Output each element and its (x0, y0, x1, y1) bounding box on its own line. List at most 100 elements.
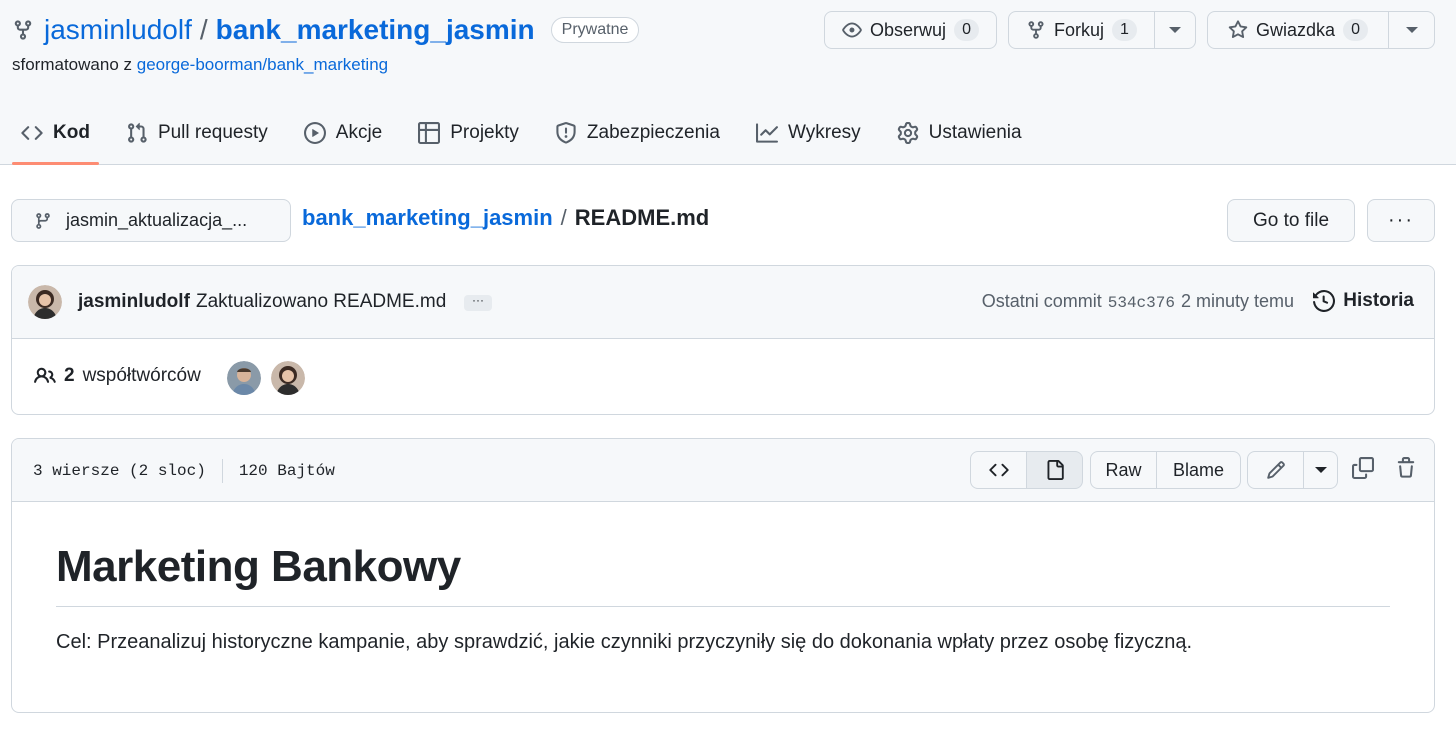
tab-label: Zabezpieczenia (586, 122, 720, 143)
fork-group: Forkuj 1 (1008, 11, 1196, 49)
code-view-button[interactable] (970, 451, 1027, 489)
commit-box: jasminludolf Zaktualizowano README.md ··… (11, 265, 1435, 415)
tab-security[interactable]: Zabezpieczenia (546, 104, 729, 162)
star-count: 0 (1343, 19, 1368, 41)
file-lines: 3 wiersze (2 sloc) (33, 462, 206, 480)
preview-view-button[interactable] (1027, 451, 1083, 489)
fork-dropdown-button[interactable] (1155, 11, 1196, 49)
star-dropdown-button[interactable] (1389, 11, 1435, 49)
code-icon (988, 463, 1009, 477)
eye-icon (842, 22, 862, 38)
raw-blame-group: Raw Blame (1090, 451, 1241, 489)
tab-projects[interactable]: Projekty (409, 104, 528, 162)
readme-content: Marketing Bankowy Cel: Przeanalizuj hist… (12, 502, 1434, 654)
history-label: Historia (1343, 290, 1414, 311)
pencil-icon (1266, 461, 1285, 479)
commit-expand-button[interactable]: ··· (464, 294, 492, 311)
chevron-down-icon (1405, 27, 1418, 33)
forked-from: sformatowano z george-boorman/bank_marke… (12, 55, 388, 75)
branch-name: jasmin_aktualizacja_... (66, 210, 248, 230)
more-options-button[interactable]: ··· (1367, 199, 1435, 242)
chevron-down-icon (1314, 467, 1327, 473)
shield-icon (556, 122, 576, 144)
commit-author-link[interactable]: jasminludolf (78, 291, 190, 313)
tab-label: Pull requesty (157, 122, 268, 143)
tab-settings[interactable]: Ustawienia (888, 104, 1031, 162)
blame-button[interactable]: Blame (1157, 451, 1241, 489)
tab-label: Akcje (335, 122, 383, 143)
raw-button[interactable]: Raw (1090, 451, 1157, 489)
repo-name-link[interactable]: bank_marketing_jasmin (216, 14, 535, 46)
watch-group: Obserwuj 0 (824, 11, 997, 49)
watch-count: 0 (954, 19, 979, 41)
fork-count: 1 (1112, 19, 1137, 41)
contributors-row: 2 współtwórców (12, 339, 1434, 414)
table-icon (418, 122, 441, 144)
readme-heading: Marketing Bankowy (56, 542, 1390, 607)
tab-insights[interactable]: Wykresy (747, 104, 870, 162)
pull-request-icon (127, 122, 147, 143)
watch-label: Obserwuj (870, 19, 947, 40)
tab-label: Ustawienia (928, 122, 1022, 143)
fork-label: Forkuj (1054, 19, 1105, 40)
branch-icon (36, 212, 50, 229)
branch-selector[interactable]: jasmin_aktualizacja_... (11, 199, 291, 242)
contributors-link[interactable]: 2 współtwórców (34, 365, 201, 387)
star-button[interactable]: Gwiazdka 0 (1207, 11, 1389, 49)
commit-message-link[interactable]: Zaktualizowano README.md (196, 291, 446, 313)
star-icon (1228, 20, 1248, 39)
breadcrumb-file: README.md (574, 205, 710, 230)
file-header: 3 wiersze (2 sloc) 120 Bajtów Raw Blame (12, 439, 1434, 502)
trash-icon (1397, 457, 1415, 478)
forked-source-link[interactable]: george-boorman/bank_marketing (137, 55, 388, 74)
tab-pull-requests[interactable]: Pull requesty (117, 104, 277, 162)
contributor-avatars (227, 361, 305, 395)
chevron-down-icon (1169, 27, 1181, 33)
history-icon (1313, 290, 1336, 312)
repo-separator: / (199, 14, 208, 45)
repo-nav: Kod Pull requesty Akcje Projekty Zabezpi… (12, 104, 1049, 165)
avatar[interactable] (227, 361, 261, 395)
star-label: Gwiazdka (1256, 19, 1336, 40)
go-to-file-button[interactable]: Go to file (1227, 199, 1355, 242)
commit-sha-link[interactable]: 534c376 (1108, 294, 1175, 312)
readme-paragraph: Cel: Przeanalizuj historyczne kampanie, … (56, 631, 1193, 653)
file-info: 3 wiersze (2 sloc) 120 Bajtów (33, 459, 335, 483)
tab-label: Wykresy (787, 122, 861, 143)
visibility-badge: Prywatne (550, 17, 640, 43)
fork-icon (1028, 21, 1044, 39)
copy-icon (1352, 457, 1374, 479)
tab-code[interactable]: Kod (12, 104, 99, 165)
commit-meta: Ostatni commit 534c376 2 minuty temu (982, 291, 1294, 312)
commit-time: 2 minuty temu (1180, 291, 1294, 311)
history-link[interactable]: Historia (1313, 290, 1414, 312)
breadcrumb-separator: / (560, 205, 567, 230)
breadcrumb-repo-link[interactable]: bank_marketing_jasmin (302, 205, 553, 231)
file-icon (1047, 460, 1064, 480)
copy-button[interactable] (1350, 455, 1376, 481)
repo-owner-link[interactable]: jasminludolf (44, 14, 192, 46)
contributors-label: współtwórców (82, 365, 201, 386)
view-toggle (970, 451, 1083, 489)
tab-label: Projekty (450, 122, 519, 143)
avatar[interactable] (271, 361, 305, 395)
file-viewer: 3 wiersze (2 sloc) 120 Bajtów Raw Blame (11, 438, 1435, 713)
forked-from-label: sformatowano z (12, 55, 132, 74)
tab-label: Kod (53, 122, 90, 143)
graph-icon (755, 123, 778, 143)
people-icon (34, 367, 56, 383)
watch-button[interactable]: Obserwuj 0 (824, 11, 997, 49)
delete-button[interactable] (1393, 455, 1419, 481)
gear-icon (897, 122, 918, 144)
repo-header: jasminludolf / bank_marketing_jasmin Pry… (0, 0, 1456, 165)
star-group: Gwiazdka 0 (1207, 11, 1435, 49)
code-icon (21, 126, 43, 140)
tab-actions[interactable]: Akcje (295, 104, 391, 162)
last-commit-label: Ostatni commit (981, 291, 1102, 311)
edit-button[interactable] (1247, 451, 1304, 489)
edit-dropdown-button[interactable] (1304, 451, 1338, 489)
divider (221, 459, 223, 483)
fork-button[interactable]: Forkuj 1 (1008, 11, 1155, 49)
latest-commit-row: jasminludolf Zaktualizowano README.md ··… (12, 266, 1434, 339)
avatar[interactable] (28, 285, 62, 319)
